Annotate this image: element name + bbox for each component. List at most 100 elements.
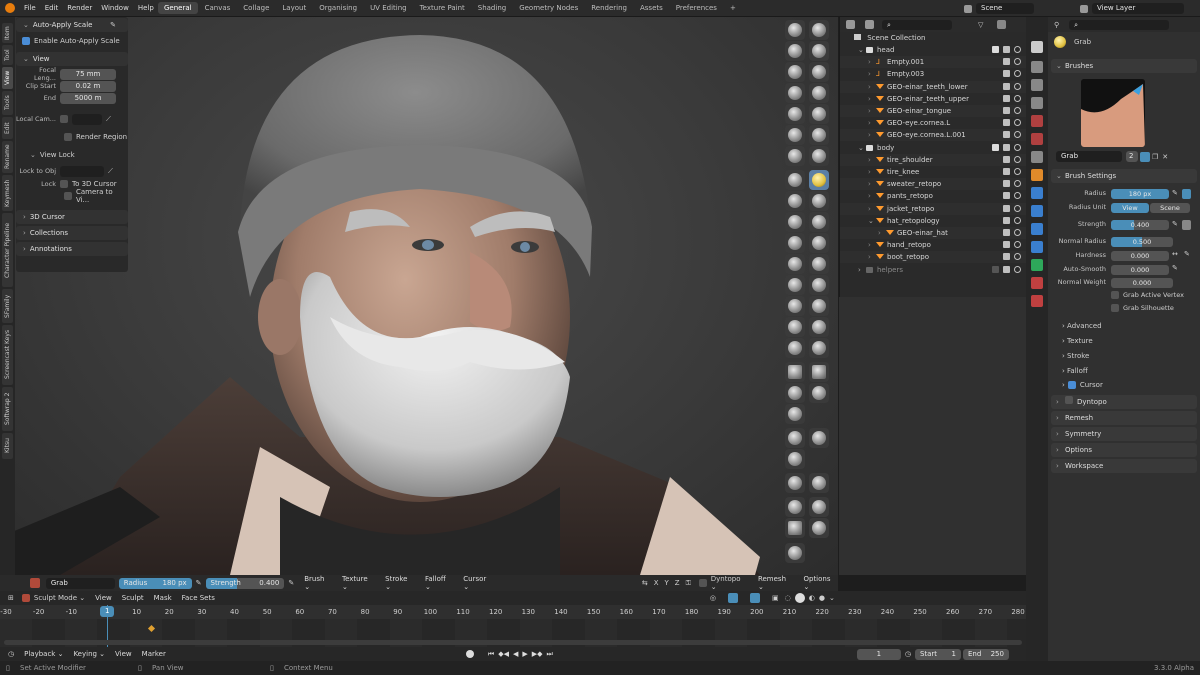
hardness-invert-icon[interactable]: ↔ [1172,250,1178,258]
tab-texture-paint[interactable]: Texture Paint [414,2,471,14]
scene-tab-icon[interactable] [1031,115,1043,127]
object-tab-icon[interactable] [1031,169,1043,181]
add-workspace-icon[interactable]: + [724,2,742,14]
tab-keymesh[interactable]: Keymesh [2,175,13,211]
visibility-eye-icon[interactable] [1014,155,1021,163]
grab-brush-icon[interactable] [30,578,40,588]
render-camera-icon[interactable] [1003,229,1010,236]
brush-menu[interactable]: Brush ⌄ [304,575,332,591]
tool-tab-icon[interactable] [1031,41,1043,53]
filter-icon[interactable]: ▽ [978,21,983,29]
display-mode-icon[interactable] [865,20,874,29]
inflate-brush-tool[interactable] [785,83,805,103]
radius-unit-view-button[interactable]: View [1111,203,1149,213]
expand-toggle-icon[interactable]: › [868,129,871,141]
cursor-menu[interactable]: Cursor ⌄ [463,575,494,591]
fill-brush-tool[interactable] [809,125,829,145]
visibility-eye-icon[interactable] [1014,131,1021,139]
tab-layout[interactable]: Layout [276,2,312,14]
outliner-row[interactable]: › helpers [840,264,1027,276]
falloff-menu[interactable]: Falloff ⌄ [425,575,453,591]
stroke-subpanel[interactable]: › Stroke [1062,352,1089,360]
expand-toggle-icon[interactable]: › [868,93,871,105]
menu-mask[interactable]: Mask [154,594,172,602]
clip-start-field[interactable]: 0.02 m [60,80,116,92]
expand-toggle-icon[interactable]: › [868,166,871,178]
visibility-eye-icon[interactable] [1014,180,1021,188]
dyntopo-checkbox[interactable] [698,579,707,587]
tab-general[interactable]: General [158,2,198,14]
shading-options-icon[interactable]: ⌄ [829,594,835,602]
modifier-tab-icon[interactable] [1031,187,1043,199]
tab-assets[interactable]: Assets [634,2,669,14]
fake-user-icon[interactable] [1140,151,1150,162]
view-menu[interactable]: View [115,650,132,658]
brush-name-field[interactable]: Grab [45,577,115,589]
outliner-row[interactable]: › ⅃ Empty.003 [840,68,1027,80]
multiplane-scrape-brush-tool[interactable] [809,146,829,166]
brush-preview[interactable] [1081,79,1145,147]
local-camera-checkbox[interactable] [60,115,68,123]
visibility-eye-icon[interactable] [1014,46,1021,53]
draw-sharp-brush-tool[interactable] [809,20,829,40]
view-lock-header[interactable]: ⌄ View Lock [16,148,128,162]
visibility-eye-icon[interactable] [1014,229,1021,236]
outliner-search-input[interactable]: ⌕ [882,19,952,30]
brush-settings-section[interactable]: ⌄ Brush Settings [1051,169,1197,183]
draw-face-sets-tool[interactable] [809,296,829,316]
outliner-row[interactable]: › sweater_retopo [840,178,1027,191]
data-tab-icon[interactable] [1031,259,1043,271]
thumb-brush-tool[interactable] [785,212,805,232]
annotate-tool-icon[interactable] [785,543,805,563]
jump-end-icon[interactable]: ⏭ [547,650,553,659]
tab-tool[interactable]: Tool [2,45,13,65]
auto-apply-scale-header[interactable]: ⌄ Auto-Apply Scale ✎ [16,18,128,32]
grab-silhouette-checkbox[interactable] [1111,304,1119,312]
remesh-menu[interactable]: Remesh ⌄ [758,575,794,591]
transform-gizmo-icon[interactable] [809,518,829,538]
advanced-subpanel[interactable]: › Advanced [1062,322,1102,330]
outliner-row[interactable]: › ⅃ Empty.001 [840,56,1027,69]
render-camera-icon[interactable] [1003,168,1010,175]
menu-view[interactable]: View [95,594,112,602]
mask-by-color-tool[interactable] [785,473,805,493]
outliner-row[interactable]: › hand_retopo [840,239,1027,251]
material-tab-icon[interactable] [1031,277,1043,289]
cloth-filter-tool[interactable] [785,428,805,448]
grab-brush-tool[interactable] [809,170,829,190]
blob-brush-tool[interactable] [809,83,829,103]
editor-type-icon[interactable] [846,20,855,29]
brush-name-field[interactable]: Grab [1056,151,1122,162]
expand-toggle-icon[interactable]: › [868,105,871,117]
scale-tool-icon[interactable] [785,518,805,538]
rotate-tool-icon[interactable] [809,497,829,517]
remesh-section[interactable]: › Remesh [1051,411,1197,425]
outliner-row[interactable]: › GEO-einar_hat [840,227,1027,239]
radius-field[interactable]: 180 px [1111,189,1169,199]
flatten-brush-tool[interactable] [785,125,805,145]
constraints-tab-icon[interactable] [1031,241,1043,253]
outliner-row[interactable]: › tire_shoulder [840,153,1027,166]
expand-toggle-icon[interactable]: › [858,264,861,276]
clay-thumb-brush-tool[interactable] [785,62,805,82]
visibility-eye-icon[interactable] [1014,82,1021,90]
menu-sculpt[interactable]: Sculpt [122,594,144,602]
camera-to-view-checkbox[interactable] [64,192,72,200]
paint-brush-tool[interactable] [809,317,829,337]
strength-link-icon[interactable] [1182,220,1191,230]
box-trim-tool[interactable] [785,383,805,403]
cloth-brush-tool[interactable] [785,275,805,295]
color-filter-tool[interactable] [809,428,829,448]
gizmo-toggle-icon[interactable] [727,593,738,603]
render-region-row[interactable]: Render Region [16,130,128,144]
outliner-row[interactable]: ⌄ body [840,142,1027,154]
options-menu[interactable]: Options ⌄ [803,575,838,591]
tab-sfamily[interactable]: SFamily [2,289,13,323]
tab-tools[interactable]: Tools [2,91,13,115]
render-region-checkbox[interactable] [64,133,72,141]
radius-link-icon[interactable] [1182,189,1191,199]
outliner-row[interactable]: › pants_retopo [840,190,1027,202]
menu-window[interactable]: Window [101,4,129,12]
eyedropper-icon[interactable]: ⟋ [106,115,111,124]
exclude-checkbox[interactable] [992,143,999,151]
